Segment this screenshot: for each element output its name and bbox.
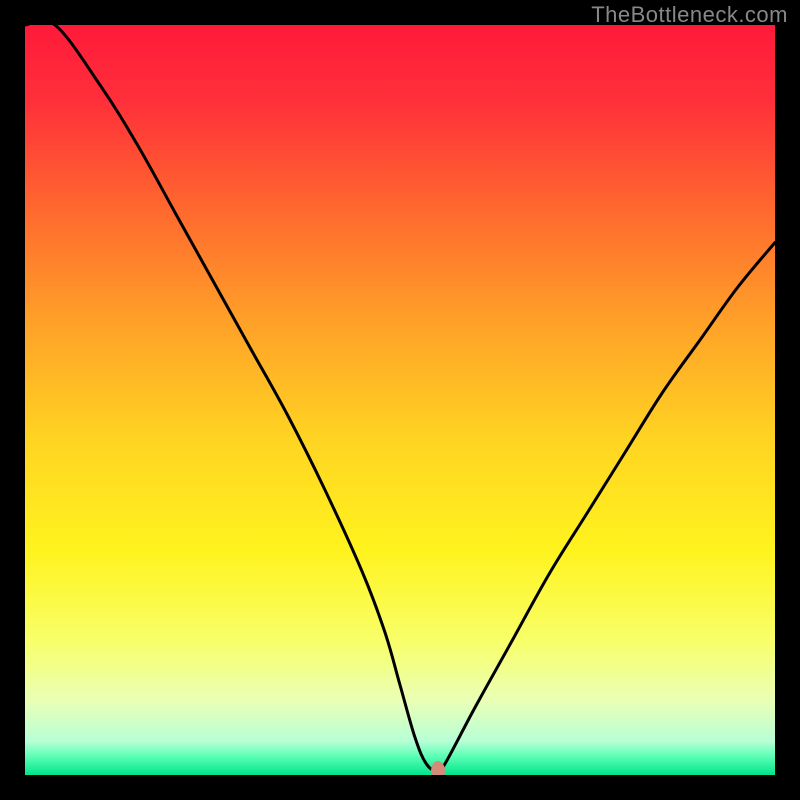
bottleneck-curve: [25, 25, 775, 775]
watermark-text: TheBottleneck.com: [591, 2, 788, 28]
plot-area: [25, 25, 775, 775]
minimum-marker-dot: [431, 761, 445, 775]
chart-frame: TheBottleneck.com: [0, 0, 800, 800]
